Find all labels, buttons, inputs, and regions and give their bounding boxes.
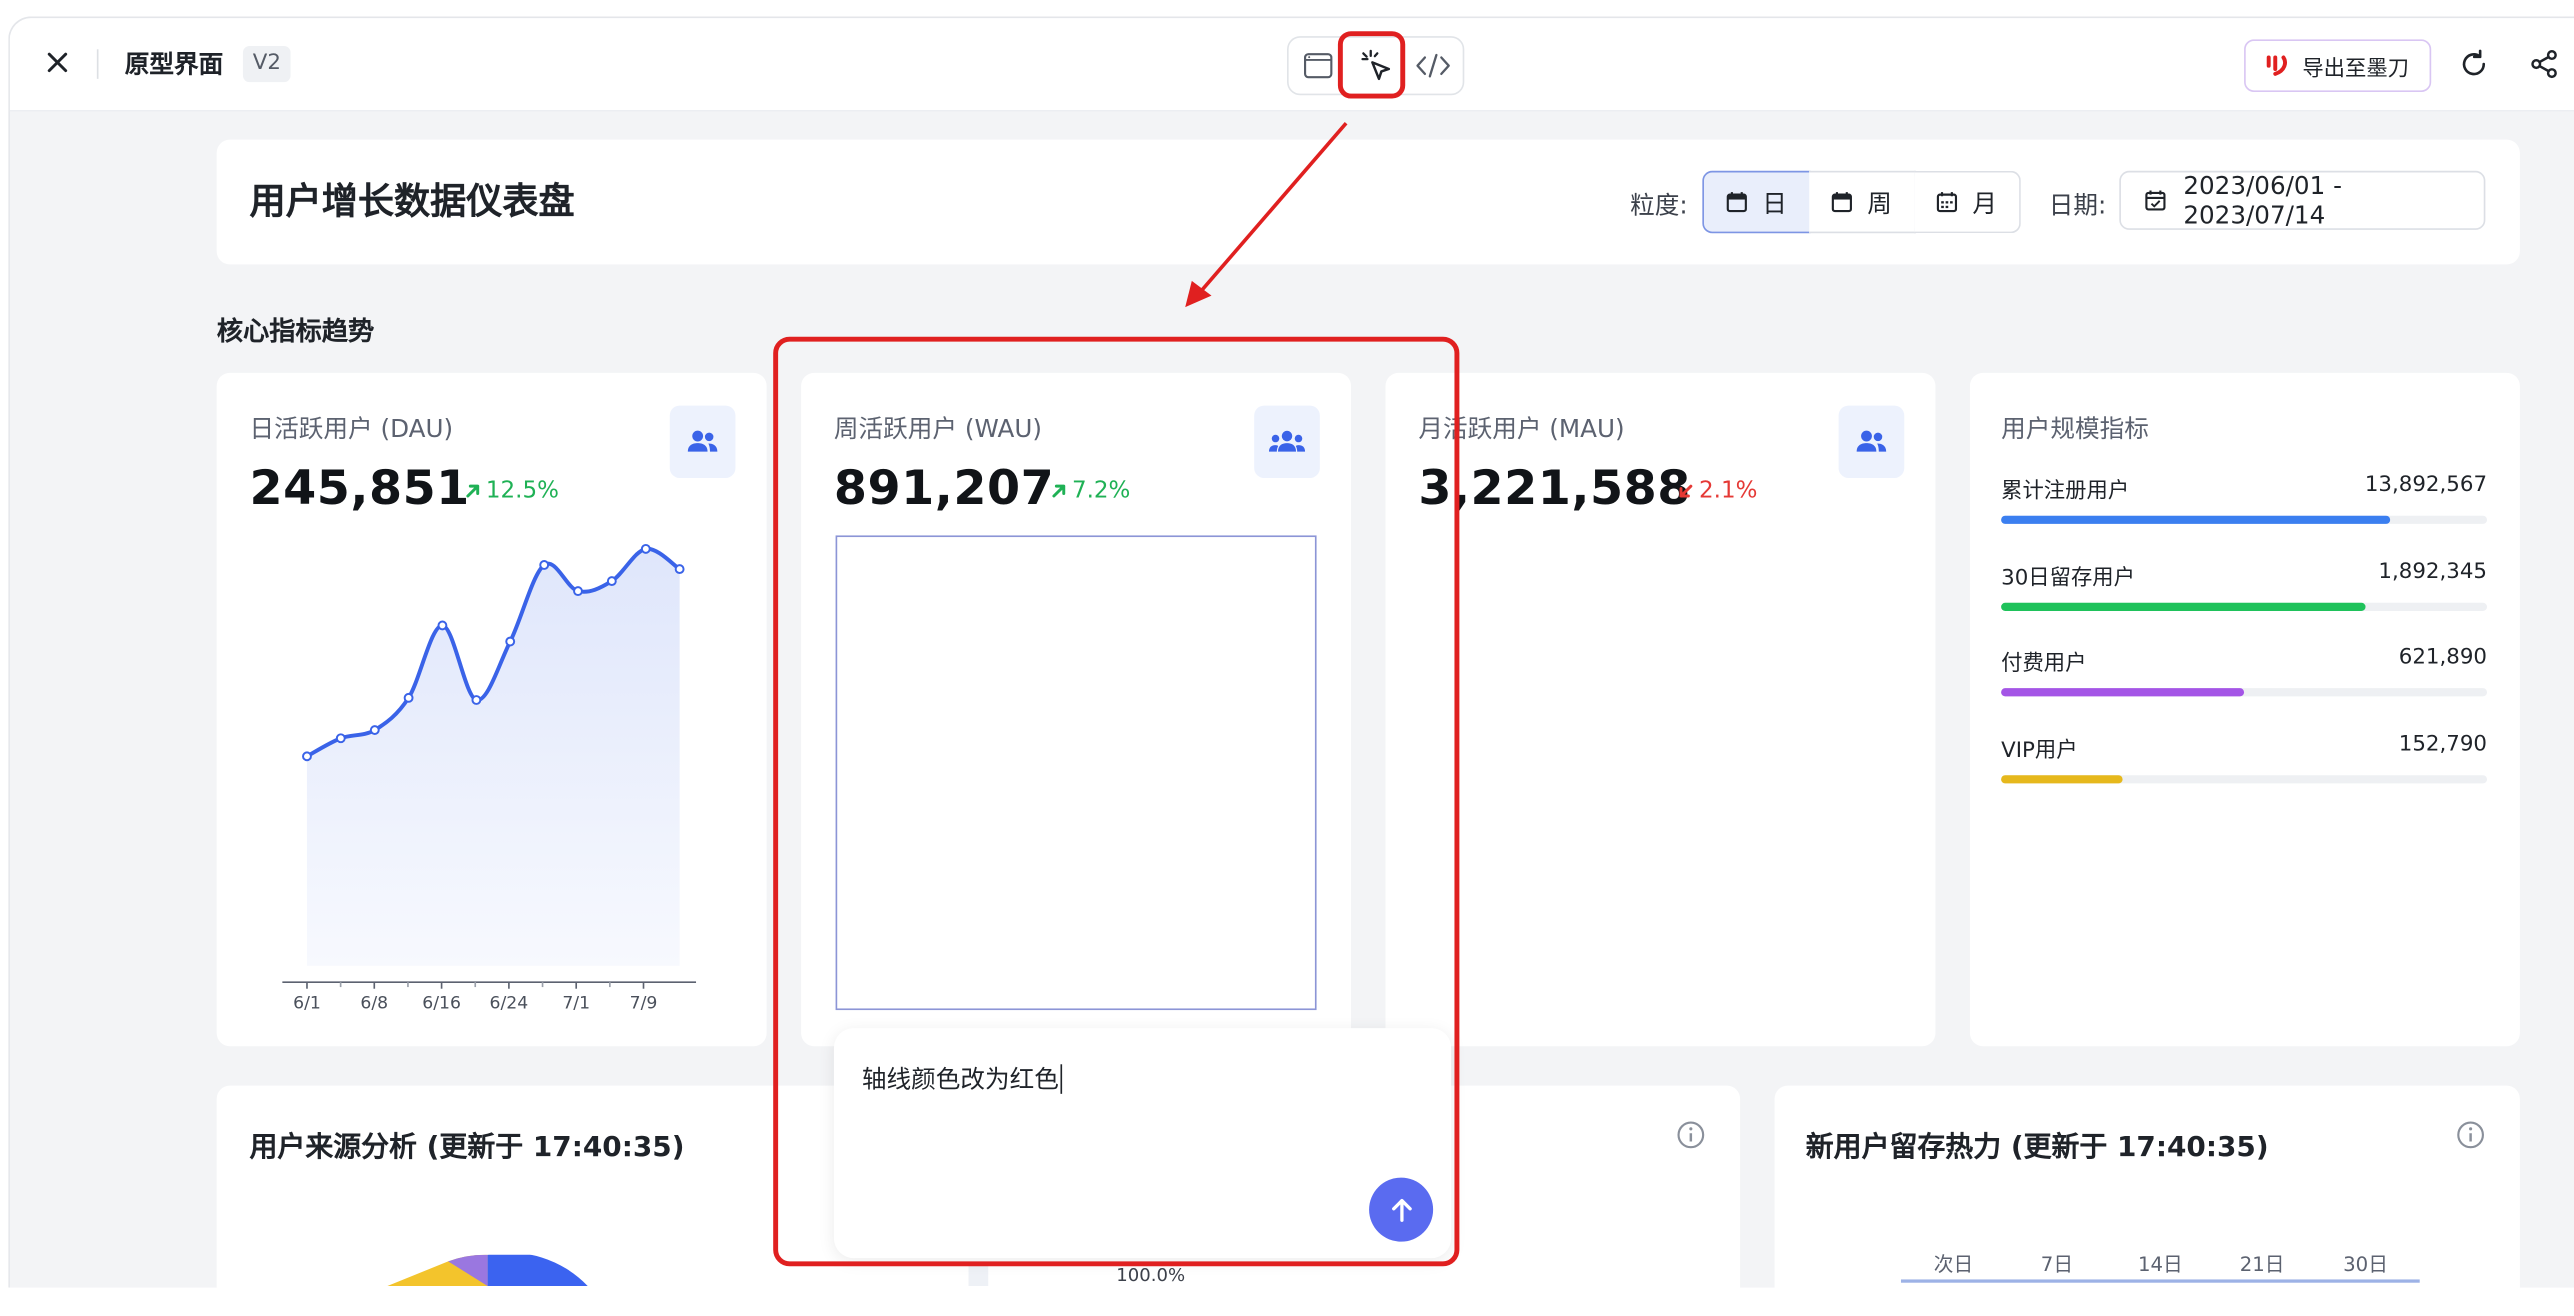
annotation-highlight-card xyxy=(773,336,1460,1267)
annotation-arrow-line xyxy=(1198,121,1348,294)
